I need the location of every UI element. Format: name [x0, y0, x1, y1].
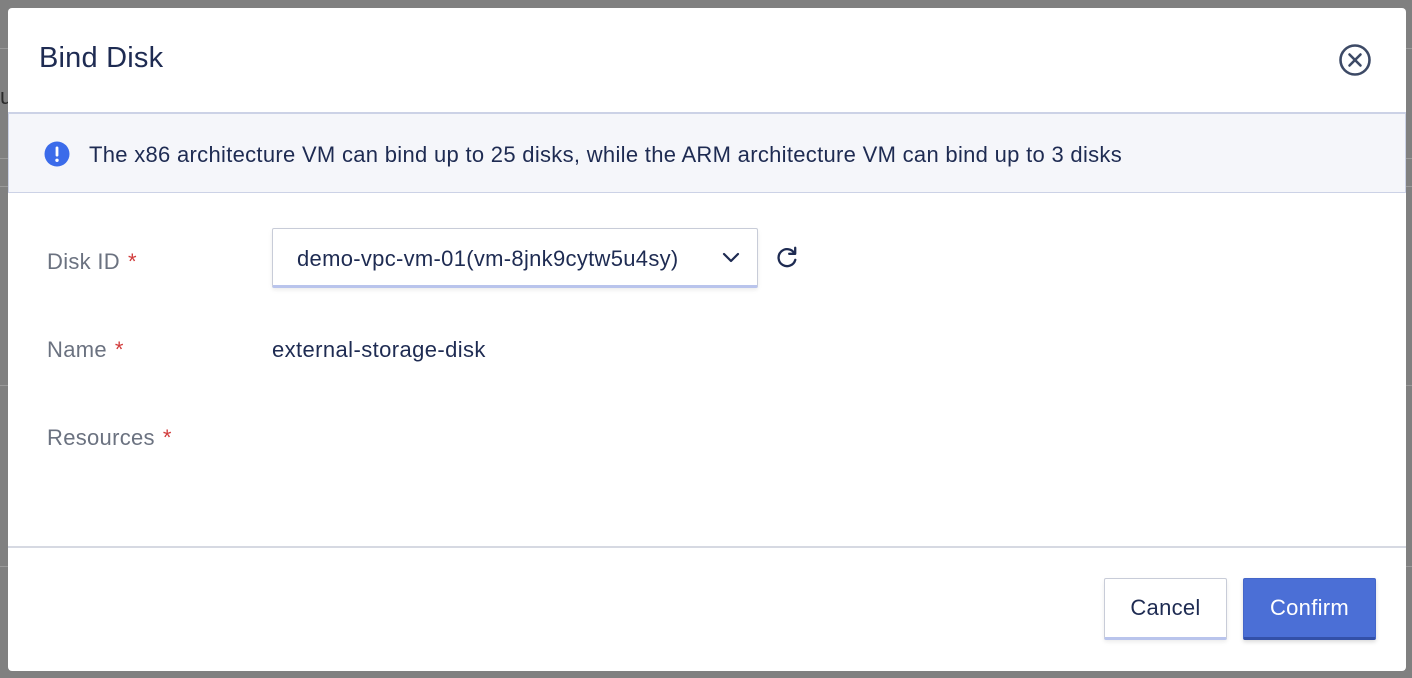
background-divider [1406, 158, 1412, 159]
required-mark: * [114, 337, 124, 362]
required-mark: * [162, 425, 172, 450]
background-divider [0, 566, 8, 567]
background-divider [0, 186, 8, 187]
refresh-button[interactable] [774, 244, 800, 270]
resources-label-text: Resources [47, 425, 155, 450]
dialog-header: Bind Disk [8, 8, 1406, 112]
resources-select[interactable]: demo-vpc-vm-01(vm-8jnk9cytw5u4sy) [272, 228, 758, 288]
name-label: Name * [47, 337, 124, 363]
background-divider [1406, 385, 1412, 386]
alert-message: The x86 architecture VM can bind up to 2… [89, 142, 1123, 167]
disk-id-label-text: Disk ID [47, 249, 120, 274]
form-row-resources: Resources * [8, 425, 1406, 465]
footer-divider [8, 546, 1406, 548]
refresh-icon [777, 246, 797, 268]
info-exclamation-icon [44, 141, 70, 167]
info-alert: The x86 architecture VM can bind up to 2… [8, 112, 1406, 193]
background-divider [1406, 566, 1412, 567]
name-label-text: Name [47, 337, 107, 362]
close-circle-icon [1339, 44, 1371, 76]
cancel-button[interactable]: Cancel [1104, 578, 1227, 640]
close-button[interactable] [1338, 43, 1372, 77]
bind-disk-dialog: Bind Disk The x86 architecture VM can bi… [8, 8, 1406, 671]
required-mark: * [128, 249, 137, 274]
resources-selected-value: demo-vpc-vm-01(vm-8jnk9cytw5u4sy) [297, 246, 679, 271]
background-divider [0, 48, 8, 49]
background-divider [1406, 186, 1412, 187]
background-divider [1406, 48, 1412, 49]
background-divider [0, 158, 8, 159]
background-divider [0, 385, 8, 386]
confirm-button[interactable]: Confirm [1243, 578, 1376, 640]
chevron-down-icon [722, 252, 740, 263]
form-row-name: Name * external-storage-disk [8, 337, 1406, 377]
dialog-title: Bind Disk [39, 42, 164, 74]
name-value: external-storage-disk [272, 337, 486, 362]
disk-id-label: Disk ID * [47, 249, 137, 275]
resources-label: Resources * [47, 425, 172, 451]
